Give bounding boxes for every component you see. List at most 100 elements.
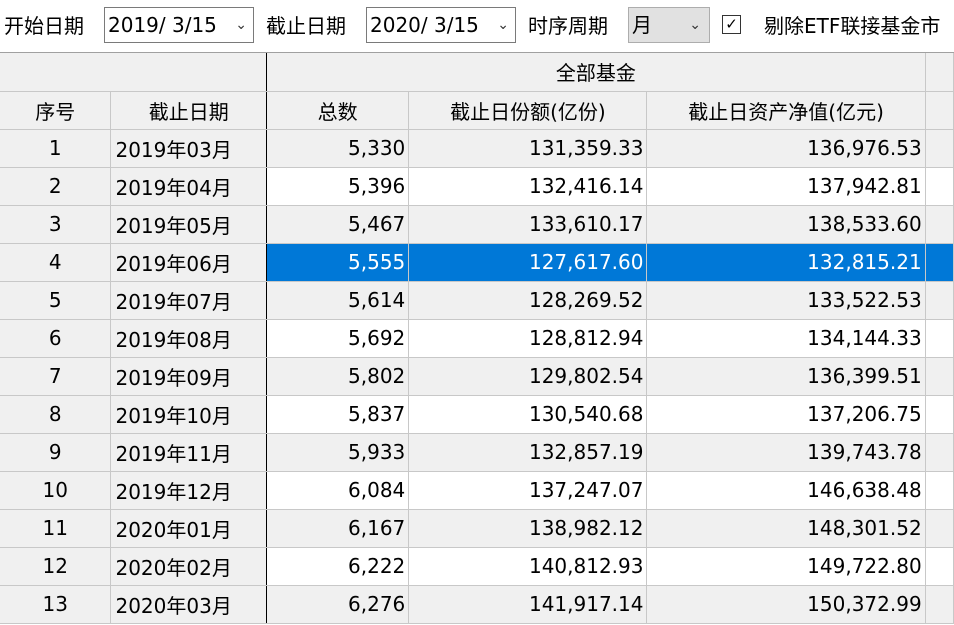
- group-header-filler: [925, 53, 954, 92]
- column-header-date[interactable]: 截止日期: [110, 91, 268, 130]
- cell-date[interactable]: 2019年12月: [110, 471, 268, 510]
- check-icon: ✓: [725, 15, 738, 33]
- cell-index[interactable]: 10: [0, 471, 112, 510]
- cell-nav[interactable]: 134,144.33: [646, 319, 926, 358]
- cell-nav[interactable]: 133,522.53: [646, 281, 926, 320]
- table-row[interactable]: 12 2020年02月 6,222 140,812.93 149,722.80: [0, 547, 954, 586]
- fund-table: 全部基金 序号 截止日期 总数 截止日份额(亿份) 截止日资产净值(亿元) 12…: [0, 53, 954, 624]
- cell-shares[interactable]: 127,617.60: [408, 243, 648, 282]
- cell-date[interactable]: 2020年03月: [110, 585, 268, 624]
- cell-shares[interactable]: 132,857.19: [408, 433, 648, 472]
- cell-shares[interactable]: 140,812.93: [408, 547, 648, 586]
- exclude-etf-checkbox[interactable]: ✓: [722, 15, 741, 34]
- cell-shares[interactable]: 129,802.54: [408, 357, 648, 396]
- column-header-index[interactable]: 序号: [0, 91, 112, 130]
- cell-count[interactable]: 6,222: [266, 547, 410, 586]
- cell-filler: [925, 547, 954, 586]
- group-header-blank: [0, 53, 268, 92]
- cell-count[interactable]: 5,933: [266, 433, 410, 472]
- cell-shares[interactable]: 133,610.17: [408, 205, 648, 244]
- cell-date[interactable]: 2019年05月: [110, 205, 268, 244]
- cell-index[interactable]: 5: [0, 281, 112, 320]
- cell-count[interactable]: 5,692: [266, 319, 410, 358]
- end-date-value: 2020/ 3/15: [370, 13, 479, 37]
- cell-index[interactable]: 8: [0, 395, 112, 434]
- cell-count[interactable]: 6,084: [266, 471, 410, 510]
- start-date-picker[interactable]: 2019/ 3/15 ⌄: [104, 7, 254, 43]
- cell-date[interactable]: 2019年08月: [110, 319, 268, 358]
- cell-date[interactable]: 2019年04月: [110, 167, 268, 206]
- cell-count[interactable]: 5,330: [266, 129, 410, 168]
- cell-nav[interactable]: 149,722.80: [646, 547, 926, 586]
- column-header-shares[interactable]: 截止日份额(亿份): [408, 91, 648, 130]
- table-row[interactable]: 8 2019年10月 5,837 130,540.68 137,206.75: [0, 395, 954, 434]
- cell-nav[interactable]: 139,743.78: [646, 433, 926, 472]
- cell-index[interactable]: 12: [0, 547, 112, 586]
- cell-shares[interactable]: 141,917.14: [408, 585, 648, 624]
- table-row[interactable]: 6 2019年08月 5,692 128,812.94 134,144.33: [0, 319, 954, 358]
- cell-index[interactable]: 3: [0, 205, 112, 244]
- cell-count[interactable]: 5,396: [266, 167, 410, 206]
- chevron-down-icon[interactable]: ⌄: [235, 8, 247, 42]
- cell-count[interactable]: 5,555: [266, 243, 410, 282]
- cell-nav[interactable]: 132,815.21: [646, 243, 926, 282]
- cell-nav[interactable]: 137,942.81: [646, 167, 926, 206]
- table-row[interactable]: 13 2020年03月 6,276 141,917.14 150,372.99: [0, 585, 954, 624]
- cell-nav[interactable]: 137,206.75: [646, 395, 926, 434]
- cell-filler: [925, 433, 954, 472]
- chevron-down-icon[interactable]: ⌄: [497, 8, 509, 42]
- cell-shares[interactable]: 132,416.14: [408, 167, 648, 206]
- cell-filler: [925, 357, 954, 396]
- table-row[interactable]: 4 2019年06月 5,555 127,617.60 132,815.21: [0, 243, 954, 282]
- cell-date[interactable]: 2019年09月: [110, 357, 268, 396]
- cell-count[interactable]: 5,467: [266, 205, 410, 244]
- cell-date[interactable]: 2019年06月: [110, 243, 268, 282]
- cell-index[interactable]: 13: [0, 585, 112, 624]
- cell-date[interactable]: 2020年02月: [110, 547, 268, 586]
- cell-count[interactable]: 5,837: [266, 395, 410, 434]
- cell-index[interactable]: 4: [0, 243, 112, 282]
- cell-count[interactable]: 6,167: [266, 509, 410, 548]
- cell-index[interactable]: 6: [0, 319, 112, 358]
- cell-date[interactable]: 2019年10月: [110, 395, 268, 434]
- cell-index[interactable]: 2: [0, 167, 112, 206]
- table-row[interactable]: 2 2019年04月 5,396 132,416.14 137,942.81: [0, 167, 954, 206]
- cell-shares[interactable]: 130,540.68: [408, 395, 648, 434]
- cell-nav[interactable]: 150,372.99: [646, 585, 926, 624]
- cell-shares[interactable]: 128,812.94: [408, 319, 648, 358]
- cell-index[interactable]: 11: [0, 509, 112, 548]
- cell-shares[interactable]: 131,359.33: [408, 129, 648, 168]
- table-row[interactable]: 11 2020年01月 6,167 138,982.12 148,301.52: [0, 509, 954, 548]
- period-select[interactable]: 月 ⌄: [628, 7, 710, 43]
- cell-index[interactable]: 7: [0, 357, 112, 396]
- cell-shares[interactable]: 138,982.12: [408, 509, 648, 548]
- end-date-label: 截止日期: [266, 14, 346, 38]
- cell-index[interactable]: 1: [0, 129, 112, 168]
- table-row[interactable]: 5 2019年07月 5,614 128,269.52 133,522.53: [0, 281, 954, 320]
- table-row[interactable]: 1 2019年03月 5,330 131,359.33 136,976.53: [0, 129, 954, 168]
- cell-nav[interactable]: 136,399.51: [646, 357, 926, 396]
- cell-count[interactable]: 5,802: [266, 357, 410, 396]
- column-header-count[interactable]: 总数: [266, 91, 410, 130]
- cell-date[interactable]: 2019年03月: [110, 129, 268, 168]
- cell-nav[interactable]: 148,301.52: [646, 509, 926, 548]
- cell-filler: [925, 281, 954, 320]
- column-header-nav[interactable]: 截止日资产净值(亿元): [646, 91, 926, 130]
- cell-nav[interactable]: 138,533.60: [646, 205, 926, 244]
- table-row[interactable]: 7 2019年09月 5,802 129,802.54 136,399.51: [0, 357, 954, 396]
- cell-shares[interactable]: 128,269.52: [408, 281, 648, 320]
- cell-date[interactable]: 2020年01月: [110, 509, 268, 548]
- table-row[interactable]: 9 2019年11月 5,933 132,857.19 139,743.78: [0, 433, 954, 472]
- end-date-picker[interactable]: 2020/ 3/15 ⌄: [366, 7, 516, 43]
- cell-count[interactable]: 6,276: [266, 585, 410, 624]
- cell-shares[interactable]: 137,247.07: [408, 471, 648, 510]
- chevron-down-icon[interactable]: ⌄: [689, 8, 701, 42]
- cell-count[interactable]: 5,614: [266, 281, 410, 320]
- cell-date[interactable]: 2019年11月: [110, 433, 268, 472]
- cell-nav[interactable]: 136,976.53: [646, 129, 926, 168]
- table-row[interactable]: 3 2019年05月 5,467 133,610.17 138,533.60: [0, 205, 954, 244]
- cell-nav[interactable]: 146,638.48: [646, 471, 926, 510]
- cell-index[interactable]: 9: [0, 433, 112, 472]
- cell-date[interactable]: 2019年07月: [110, 281, 268, 320]
- table-row[interactable]: 10 2019年12月 6,084 137,247.07 146,638.48: [0, 471, 954, 510]
